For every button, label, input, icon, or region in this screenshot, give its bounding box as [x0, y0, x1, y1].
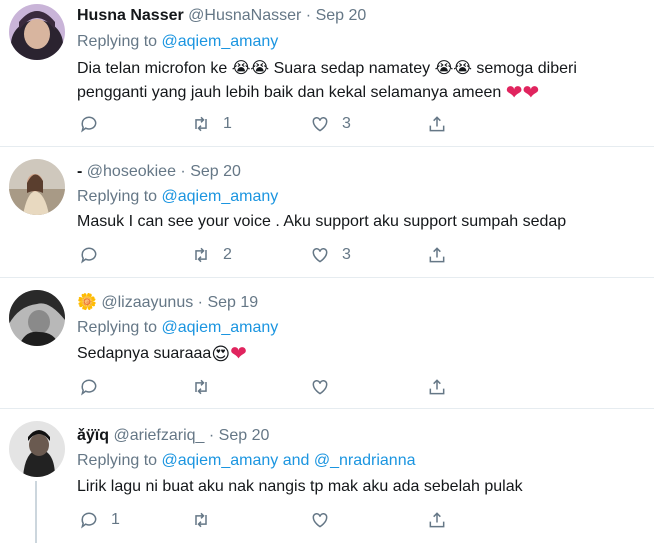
reply-icon: [81, 116, 97, 133]
username[interactable]: @ariefzariq_: [113, 427, 204, 444]
retweet-button[interactable]: 1: [191, 112, 232, 136]
tweet-actions: 2 3: [77, 243, 477, 267]
tweet-text-line: Dia telan microfon ke 😭😭 Suara sedap nam…: [77, 60, 577, 77]
username[interactable]: @lizaayunus: [101, 294, 193, 311]
display-name[interactable]: 🌼: [77, 294, 97, 311]
tweet-text: Lirik lagu ni buat aku nak nangis tp mak…: [77, 475, 637, 499]
tweet-text: Dia telan microfon ke 😭😭 Suara sedap nam…: [77, 57, 637, 105]
share-button[interactable]: [427, 375, 447, 399]
like-count: 3: [342, 115, 351, 132]
replying-to: Replying to @aqiem_amany: [77, 32, 278, 52]
share-button[interactable]: [427, 112, 447, 136]
like-button[interactable]: [310, 375, 342, 399]
tweet-header: Husna Nasser @HusnaNasser · Sep 20: [77, 6, 366, 26]
reply-button[interactable]: [79, 243, 111, 267]
tweet-actions: 1 3: [77, 112, 477, 136]
like-icon: [312, 512, 328, 528]
tweet-text: Masuk I can see your voice . Aku support…: [77, 210, 637, 234]
timestamp[interactable]: Sep 20: [316, 7, 367, 24]
retweet-icon: [195, 247, 207, 263]
reply-button[interactable]: [79, 375, 111, 399]
separator: ·: [305, 7, 312, 24]
avatar[interactable]: [9, 290, 65, 346]
timestamp[interactable]: Sep 19: [207, 294, 258, 311]
retweet-icon: [195, 379, 207, 395]
display-name[interactable]: ǎÿïq: [77, 427, 109, 444]
heart-emoji: ❤❤: [505, 82, 540, 104]
avatar[interactable]: [9, 421, 65, 477]
tweet-actions: 1: [77, 508, 477, 532]
reply-prefix: Replying to: [77, 319, 158, 336]
like-button[interactable]: [310, 508, 342, 532]
tweet-lizaayunus[interactable]: 🌼 @lizaayunus · Sep 19 Replying to @aqie…: [0, 278, 654, 408]
share-icon: [429, 247, 445, 263]
username[interactable]: @hoseokiee: [87, 163, 176, 180]
replying-to: Replying to @aqiem_amany: [77, 187, 278, 207]
retweet-count: 2: [223, 246, 232, 263]
reply-icon: [81, 379, 97, 396]
reply-prefix: Replying to: [77, 188, 158, 205]
replying-to: Replying to @aqiem_amany and @_nradriann…: [77, 451, 416, 471]
reply-prefix: Replying to: [77, 452, 158, 469]
thread-line: [35, 481, 37, 543]
share-icon: [429, 116, 445, 132]
retweet-button[interactable]: [191, 375, 223, 399]
retweet-icon: [195, 116, 207, 132]
like-count: 3: [342, 246, 351, 263]
share-icon: [429, 379, 445, 395]
avatar[interactable]: [9, 159, 65, 215]
separator: ·: [180, 163, 186, 180]
username[interactable]: @HusnaNasser: [188, 7, 301, 24]
separator: ·: [197, 294, 203, 311]
timestamp[interactable]: Sep 20: [190, 163, 241, 180]
tweet-actions: [77, 375, 477, 399]
heart-emoji: ❤: [230, 343, 247, 365]
tweet-text-line: Lirik lagu ni buat aku nak nangis tp mak…: [77, 478, 523, 495]
mention-link[interactable]: @aqiem_amany: [162, 188, 279, 205]
mention-link[interactable]: @_nradrianna: [314, 452, 416, 469]
mention-link[interactable]: @aqiem_amany: [162, 452, 279, 469]
reply-count: 1: [111, 511, 120, 528]
tweet-text-line: pengganti yang jauh lebih baik dan kekal…: [77, 82, 540, 104]
share-button[interactable]: [427, 508, 447, 532]
display-name[interactable]: -: [77, 163, 82, 180]
tweet-header: 🌼 @lizaayunus · Sep 19: [77, 293, 258, 313]
reply-prefix: Replying to: [77, 33, 158, 50]
timestamp[interactable]: Sep 20: [219, 427, 270, 444]
reply-button[interactable]: 1: [79, 508, 120, 532]
separator: ·: [208, 427, 215, 444]
reply-icon: [81, 512, 97, 529]
like-icon: [312, 247, 328, 263]
like-button[interactable]: 3: [310, 112, 351, 136]
like-icon: [312, 116, 328, 132]
mention-link[interactable]: @aqiem_amany: [162, 319, 279, 336]
like-icon: [312, 379, 328, 395]
tweet-ariefzariq[interactable]: ǎÿïq @ariefzariq_ · Sep 20 Replying to @…: [0, 409, 654, 553]
retweet-button[interactable]: [191, 508, 223, 532]
heart-eyes-emoji: 😍: [211, 344, 231, 364]
like-button[interactable]: 3: [310, 243, 351, 267]
tweet-text-line: Sedapnya suaraaa: [77, 345, 212, 362]
mention-link[interactable]: @aqiem_amany: [162, 33, 279, 50]
reply-icon: [81, 247, 97, 264]
avatar[interactable]: [9, 4, 65, 60]
replying-to: Replying to @aqiem_amany: [77, 318, 278, 338]
tweet-hoseokiee[interactable]: - @hoseokiee · Sep 20 Replying to @aqiem…: [0, 147, 654, 277]
tweet-header: ǎÿïq @ariefzariq_ · Sep 20: [77, 426, 269, 446]
tweet-text-line: Masuk I can see your voice . Aku support…: [77, 213, 567, 230]
tweet-text: Sedapnya suaraaa😍❤: [77, 342, 637, 366]
retweet-button[interactable]: 2: [191, 243, 232, 267]
retweet-count: 1: [223, 115, 232, 132]
share-button[interactable]: [427, 243, 447, 267]
display-name[interactable]: Husna Nasser: [77, 7, 184, 24]
reply-and: and: [282, 452, 310, 469]
retweet-icon: [195, 512, 207, 528]
share-icon: [429, 512, 445, 528]
tweet-husna[interactable]: Husna Nasser @HusnaNasser · Sep 20 Reply…: [0, 0, 654, 146]
tweet-header: - @hoseokiee · Sep 20: [77, 162, 241, 182]
reply-button[interactable]: [79, 112, 111, 136]
tweet-feed: Husna Nasser @HusnaNasser · Sep 20 Reply…: [0, 0, 654, 553]
